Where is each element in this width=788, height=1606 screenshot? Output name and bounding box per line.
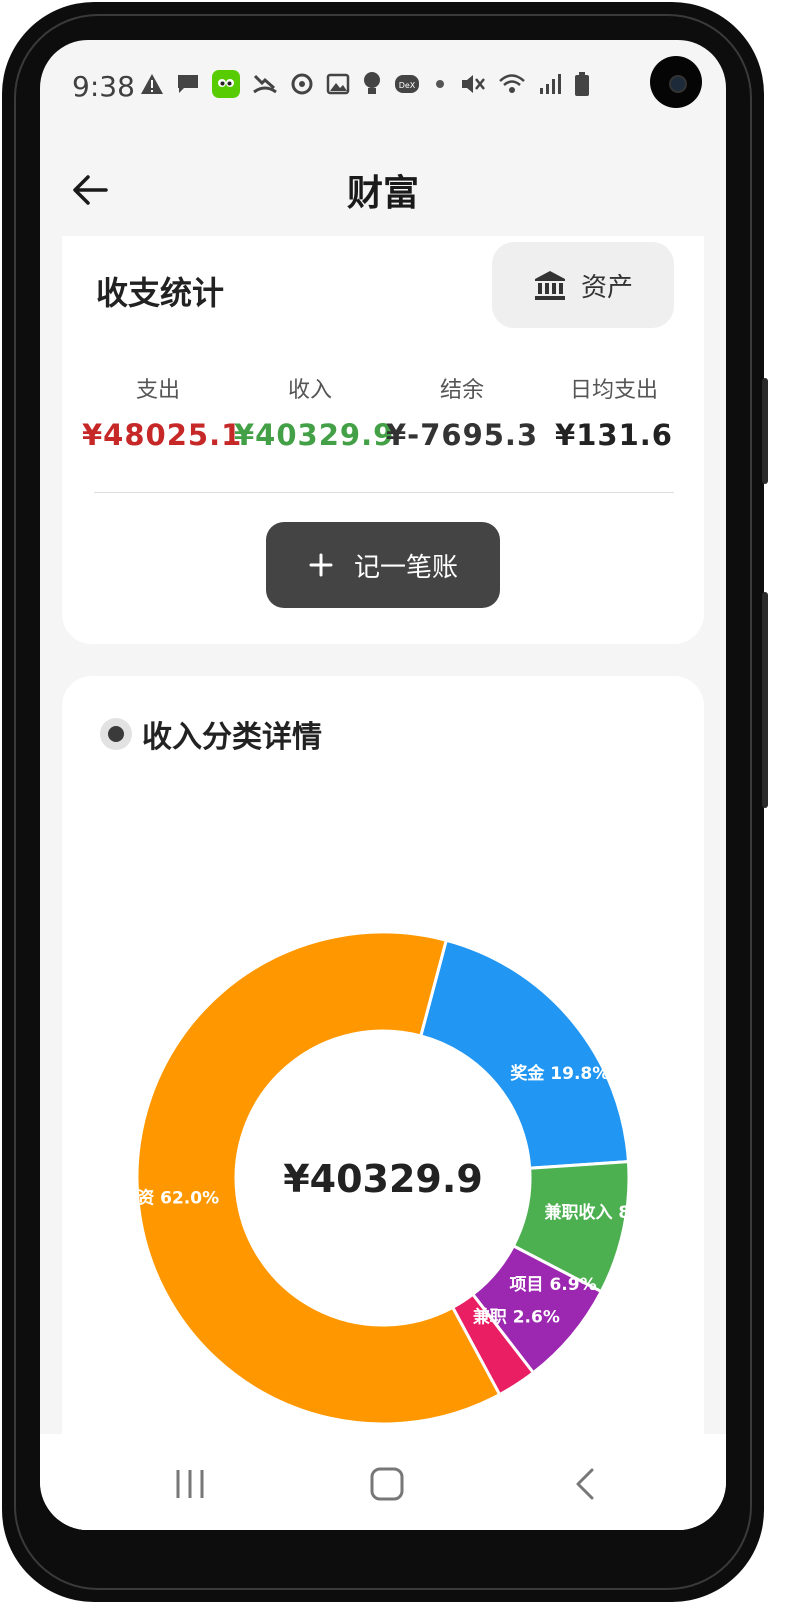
- wifi-icon: [498, 72, 526, 100]
- stat-value: ¥-7695.3: [386, 418, 539, 452]
- stat-income: 收入 ¥40329.9: [234, 372, 395, 452]
- warning-icon: [140, 73, 164, 99]
- record-button-label: 记一笔账: [353, 552, 458, 583]
- chat-icon: [176, 73, 200, 99]
- stat-value: ¥40329.9: [234, 418, 395, 452]
- stat-balance: 结余 ¥-7695.3: [386, 372, 538, 452]
- stat-label: 收入: [287, 378, 332, 403]
- screen: 9:38 DeX 财富 收支统计 资产 支出 ¥48025.1 收入 ¥4032…: [40, 40, 726, 1530]
- plus-icon: [309, 553, 333, 577]
- divider: [94, 492, 674, 493]
- income-donut-chart: 奖金 19.8% 兼职收入 8.7% 项目 6.9% 兼职 2.6% 工资 62.0% ¥…: [120, 930, 666, 1426]
- mute-icon: [460, 72, 486, 100]
- asset-button-label: 资产: [580, 272, 633, 303]
- stat-label: 结余: [439, 378, 484, 403]
- record-button[interactable]: 记一笔账: [266, 522, 500, 608]
- stat-label: 日均支出: [569, 378, 658, 403]
- system-nav-bar: [40, 1434, 726, 1530]
- slice-label: 工资 62.0%: [120, 1187, 219, 1208]
- donut-slice[interactable]: [418, 938, 631, 1170]
- stat-expense: 支出 ¥48025.1: [82, 372, 243, 452]
- slice-label: 兼职收入 8.7%: [544, 1202, 665, 1223]
- volume-button: [762, 378, 768, 484]
- app-bar: 财富: [40, 150, 726, 230]
- duolingo-icon: [212, 70, 240, 102]
- dot-icon: [432, 76, 448, 96]
- slice-label: 兼职 2.6%: [473, 1306, 560, 1327]
- stats-row: 支出 ¥48025.1 收入 ¥40329.9 结余 ¥-7695.3 日均支出…: [82, 372, 692, 452]
- status-bar: 9:38 DeX: [40, 40, 726, 130]
- status-time: 9:38: [72, 70, 135, 103]
- power-button: [762, 592, 768, 808]
- slice-label: 项目 6.9%: [510, 1275, 597, 1295]
- back-nav-icon[interactable]: [562, 1460, 610, 1508]
- missed-call-icon: [252, 72, 278, 100]
- recent-apps-icon[interactable]: [166, 1460, 214, 1508]
- summary-title: 收支统计: [96, 274, 225, 312]
- front-camera: [650, 56, 702, 108]
- bank-icon: [534, 271, 565, 300]
- stat-value: ¥48025.1: [82, 418, 243, 452]
- battery-icon: [574, 71, 590, 101]
- stat-value: ¥131.6: [555, 418, 673, 452]
- home-icon[interactable]: [363, 1460, 411, 1508]
- gallery-icon: [326, 73, 350, 99]
- stat-daily-expense: 日均支出 ¥131.6: [538, 372, 690, 452]
- page-title: 财富: [346, 173, 419, 214]
- status-icons: DeX: [140, 70, 590, 102]
- sync-icon: [290, 72, 314, 100]
- donut-center-total: ¥40329.9: [283, 1157, 483, 1201]
- dex-icon: DeX: [394, 73, 420, 99]
- bulb-icon: [362, 71, 382, 101]
- stat-label: 支出: [135, 378, 180, 403]
- svg-text:DeX: DeX: [399, 81, 416, 90]
- slice-label: 奖金 19.8%: [510, 1063, 609, 1084]
- signal-icon: [538, 72, 562, 100]
- asset-button[interactable]: 资产: [492, 242, 674, 328]
- summary-card: 收支统计 资产 支出 ¥48025.1 收入 ¥40329.9 结余 ¥-769…: [62, 236, 704, 644]
- income-card: 收入分类详情 奖金 19.8% 兼职收入 8.7% 项目 6.9% 兼职 2.6% 工资…: [62, 676, 704, 1530]
